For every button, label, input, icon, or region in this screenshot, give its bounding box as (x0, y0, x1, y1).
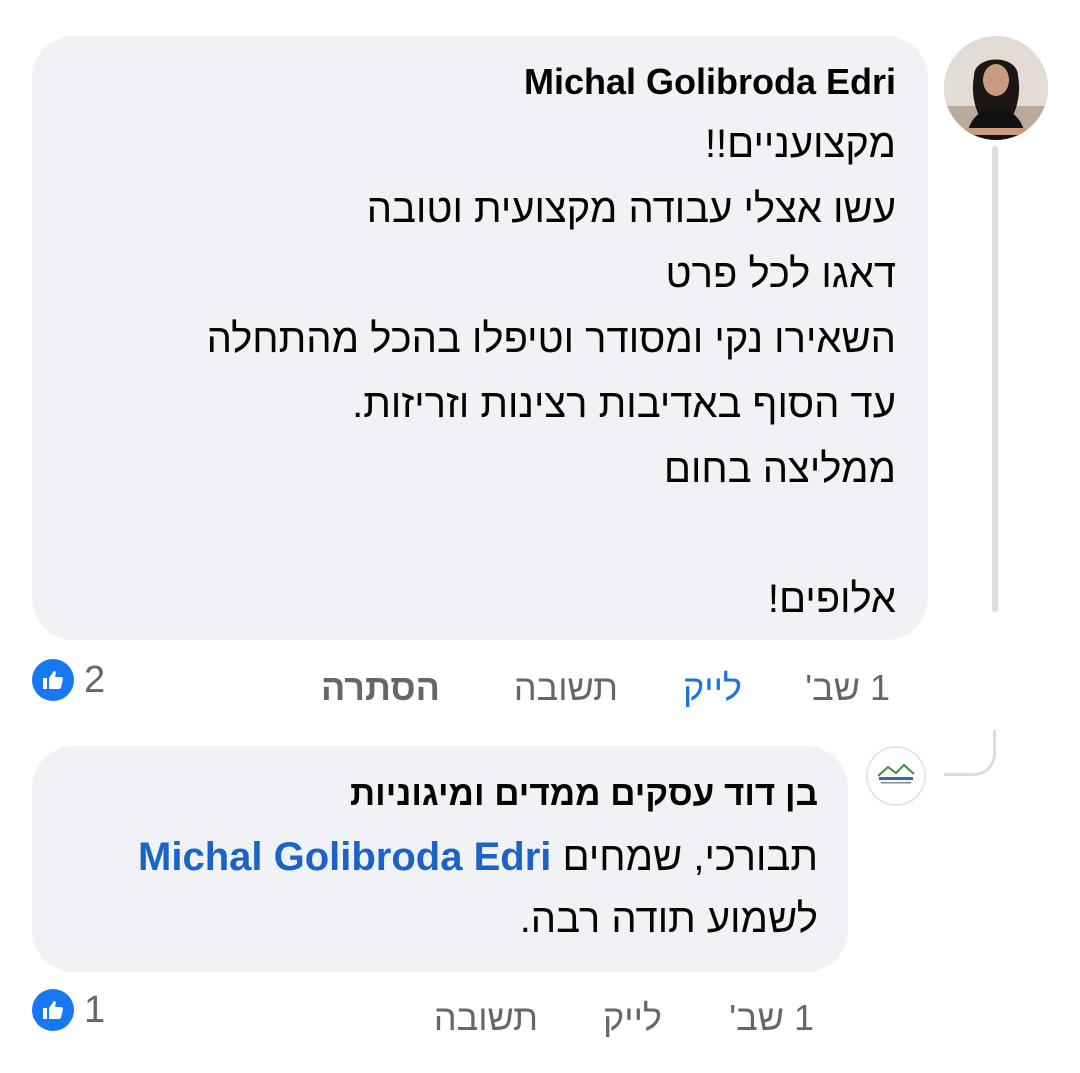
reply-timestamp[interactable]: 1 שב' (729, 998, 814, 1038)
reply-author[interactable]: בן דוד עסקים ממדים ומיגוניות (62, 768, 818, 820)
reaction-summary[interactable]: 1 (32, 988, 105, 1032)
mention-link[interactable]: Michal Golibroda Edri (138, 835, 551, 879)
thumbs-up-icon (32, 989, 74, 1031)
comment-line (72, 502, 896, 567)
thread-line (992, 146, 998, 612)
comment-line: ממליצה בחום (663, 447, 896, 491)
like-button[interactable]: לייק (603, 998, 662, 1038)
reply-button[interactable]: תשובה (434, 998, 538, 1038)
like-button[interactable]: לייק (683, 668, 742, 708)
thumbs-up-icon (32, 659, 74, 701)
page-avatar[interactable] (866, 746, 926, 806)
comment-line: אלופים! (767, 577, 896, 621)
commenter-avatar[interactable] (944, 36, 1048, 140)
reaction-count: 2 (84, 658, 106, 701)
comment-timestamp[interactable]: 1 שב' (805, 668, 890, 708)
comment-line: עשו אצלי עבודה מקצועית וטובה (366, 187, 896, 231)
reply-text-prefix: תבורכי, שמחים (551, 835, 818, 879)
reply-text-suffix: לשמוע תודה רבה. (519, 897, 818, 941)
comment-author[interactable]: Michal Golibroda Edri (72, 60, 896, 104)
profile-photo (944, 36, 1048, 140)
comment-line: דאגו לכל פרט (665, 252, 896, 296)
comment-line: השאירו נקי ומסודר וטיפלו בהכל מהתחלה (206, 317, 896, 361)
comment-line: עד הסוף באדיבות רצינות וזריזות. (352, 382, 896, 426)
reply-text: תבורכי, שמחים Michal Golibroda Edri לשמו… (62, 826, 818, 950)
comment-line: מקצועניים!! (704, 122, 896, 166)
hide-button[interactable]: הסתרה (321, 668, 440, 708)
reaction-count: 1 (84, 988, 106, 1031)
business-logo (868, 748, 924, 804)
comment-text: מקצועניים!! עשו אצלי עבודה מקצועית וטובה… (72, 112, 896, 632)
reply-bubble: בן דוד עסקים ממדים ומיגוניות תבורכי, שמח… (32, 746, 848, 972)
reaction-summary[interactable]: 2 (32, 658, 105, 702)
reply-connector (944, 730, 996, 776)
reply-button[interactable]: תשובה (514, 668, 618, 708)
comment-bubble: Michal Golibroda Edri מקצועניים!! עשו אצ… (32, 36, 928, 640)
